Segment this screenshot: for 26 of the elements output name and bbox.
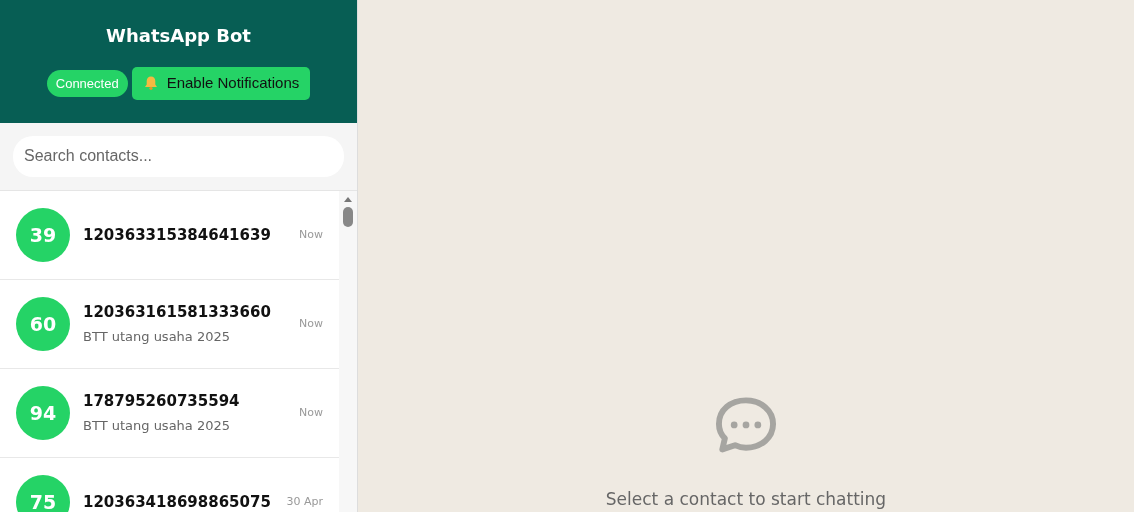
connection-status: Connected	[46, 69, 128, 97]
enable-notifications-button[interactable]: Enable Notifications	[131, 67, 311, 100]
contact-name: 178795260735594	[83, 390, 241, 412]
contact-name: 120363161581333660	[83, 301, 272, 323]
message-preview: BTT utang usaha 2025	[83, 417, 232, 436]
contact-row[interactable]: 94 178795260735594 BTT utang usaha 2025 Now	[0, 368, 340, 458]
contact-row[interactable]: 39 120363315384641639 Now	[0, 190, 340, 280]
contact-name: 120363315384641639	[83, 224, 272, 246]
contact-avatar: 94	[16, 385, 70, 440]
bell-icon	[142, 75, 159, 92]
search-field[interactable]: Search contacts...	[13, 135, 344, 177]
message-time: Now	[299, 315, 324, 332]
message-time: Now	[299, 226, 324, 243]
app-title: WhatsApp Bot	[105, 24, 252, 48]
scrollbar-thumb[interactable]	[343, 206, 353, 227]
contact-avatar: 60	[16, 296, 70, 351]
scrollbar[interactable]	[339, 190, 357, 512]
message-time: Now	[299, 404, 324, 421]
empty-state-message: Select a contact to start chatting	[605, 487, 887, 511]
contact-row[interactable]: 75 120363418698865075 30 Apr	[0, 457, 340, 512]
contact-name: 120363418698865075	[83, 491, 272, 512]
message-preview: BTT utang usaha 2025	[83, 328, 232, 347]
message-time: 30 Apr	[286, 493, 324, 510]
contact-avatar: 75	[16, 474, 70, 512]
contact-row[interactable]: 60 120363161581333660 BTT utang usaha 2025 Now	[0, 279, 340, 369]
contact-avatar: 39	[16, 207, 70, 262]
